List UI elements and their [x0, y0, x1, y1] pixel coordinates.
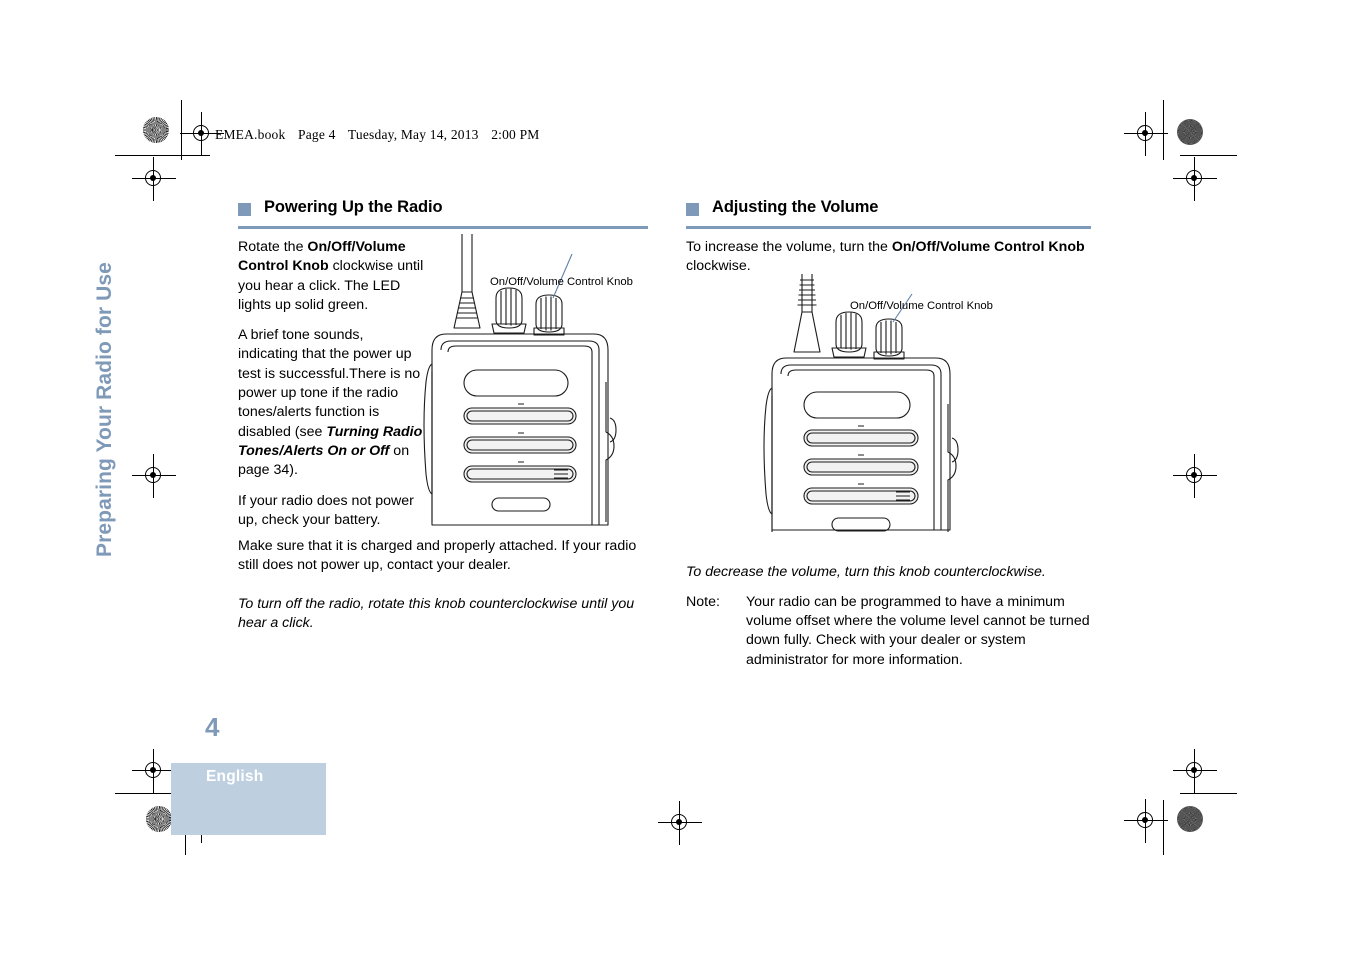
text-fragment: To increase the volume, turn the [686, 239, 892, 255]
registration-mark-header-right [1124, 112, 1168, 156]
figure-radio-right: On/Off/Volume Control Knob [758, 272, 1018, 532]
text-fragment-bold: On/Off/Volume Control Knob [891, 239, 1085, 255]
registration-mark-middle-right [1173, 454, 1217, 498]
crop-line-header-right-vertical [1163, 100, 1165, 160]
registration-mark-bottom-right [1173, 749, 1217, 793]
running-head-page: Page 4 [298, 127, 336, 142]
heading-text: Powering Up the Radio [264, 198, 443, 216]
heading-bullet-square-icon [686, 203, 699, 216]
page-number: 4 [205, 712, 220, 742]
running-head-time: 2:00 PM [491, 127, 540, 142]
document-page: EMEA.book Page 4 Tuesday, May 14, 2013 2… [0, 0, 1350, 954]
heading-rule [238, 226, 648, 229]
heading-text: Adjusting the Volume [712, 198, 879, 216]
paragraph-decrease-volume: To decrease the volume, turn this knob c… [686, 563, 1046, 580]
text-fragment: clockwise. [686, 258, 751, 275]
text-fragment: Rotate the [238, 239, 308, 255]
rosette-target-bottom-right [1177, 806, 1203, 832]
registration-mark-top-right [1173, 157, 1217, 201]
figure-radio-left: On/Off/Volume Control Knob [420, 232, 660, 532]
paragraph-rotate-knob: Rotate the On/Off/Volume Control Knob cl… [238, 238, 424, 315]
callout-label-volume-knob: On/Off/Volume Control Knob [850, 300, 993, 312]
rosette-target-bottom-left [146, 806, 172, 832]
rosette-target-top-left [143, 117, 169, 143]
chapter-side-tab: Preparing Your Radio for Use [93, 262, 116, 557]
paragraph-turn-off-radio: To turn off the radio, rotate this knob … [238, 595, 635, 632]
heading-bullet-square-icon [238, 203, 251, 216]
note-text: Your radio can be programmed to have a m… [746, 593, 1090, 668]
paragraph-check-battery-wide: Make sure that it is charged and properl… [238, 538, 637, 574]
paragraph-increase-volume: To increase the volume, turn the On/Off/… [686, 238, 1091, 277]
paragraph-check-battery-narrow: If your radio does not power up, check y… [238, 492, 414, 528]
crop-line-header-left-vertical [181, 100, 183, 160]
registration-mark-middle-left [132, 454, 176, 498]
registration-mark-footer-right [1124, 799, 1168, 843]
registration-mark-top-left [132, 157, 176, 201]
crop-line-bottom-right [1180, 793, 1237, 795]
rosette-target-top-right [1177, 119, 1203, 145]
crop-line-footer-right-vertical [1163, 800, 1165, 855]
language-label: English [206, 768, 264, 785]
running-head-day: Tuesday, May 14, 2013 [347, 127, 479, 142]
note-block: Note: Your radio can be programmed to ha… [686, 593, 1091, 670]
section-heading-powering-up: Powering Up the Radio [238, 198, 648, 232]
running-head: EMEA.book Page 4 Tuesday, May 14, 2013 2… [215, 127, 540, 143]
section-heading-adjusting-volume: Adjusting the Volume [686, 198, 1091, 232]
crop-line-top-left [115, 155, 210, 157]
callout-label-volume-knob: On/Off/Volume Control Knob [490, 276, 633, 288]
paragraph-brief-tone: A brief tone sounds, indicating that the… [238, 326, 424, 480]
note-label: Note: [686, 593, 720, 610]
registration-mark-bottom-left [132, 749, 176, 793]
crop-line-top-right [1180, 155, 1237, 157]
heading-rule [686, 226, 1091, 229]
running-head-file: EMEA.book [215, 127, 286, 142]
registration-mark-bottom-center [658, 801, 702, 845]
